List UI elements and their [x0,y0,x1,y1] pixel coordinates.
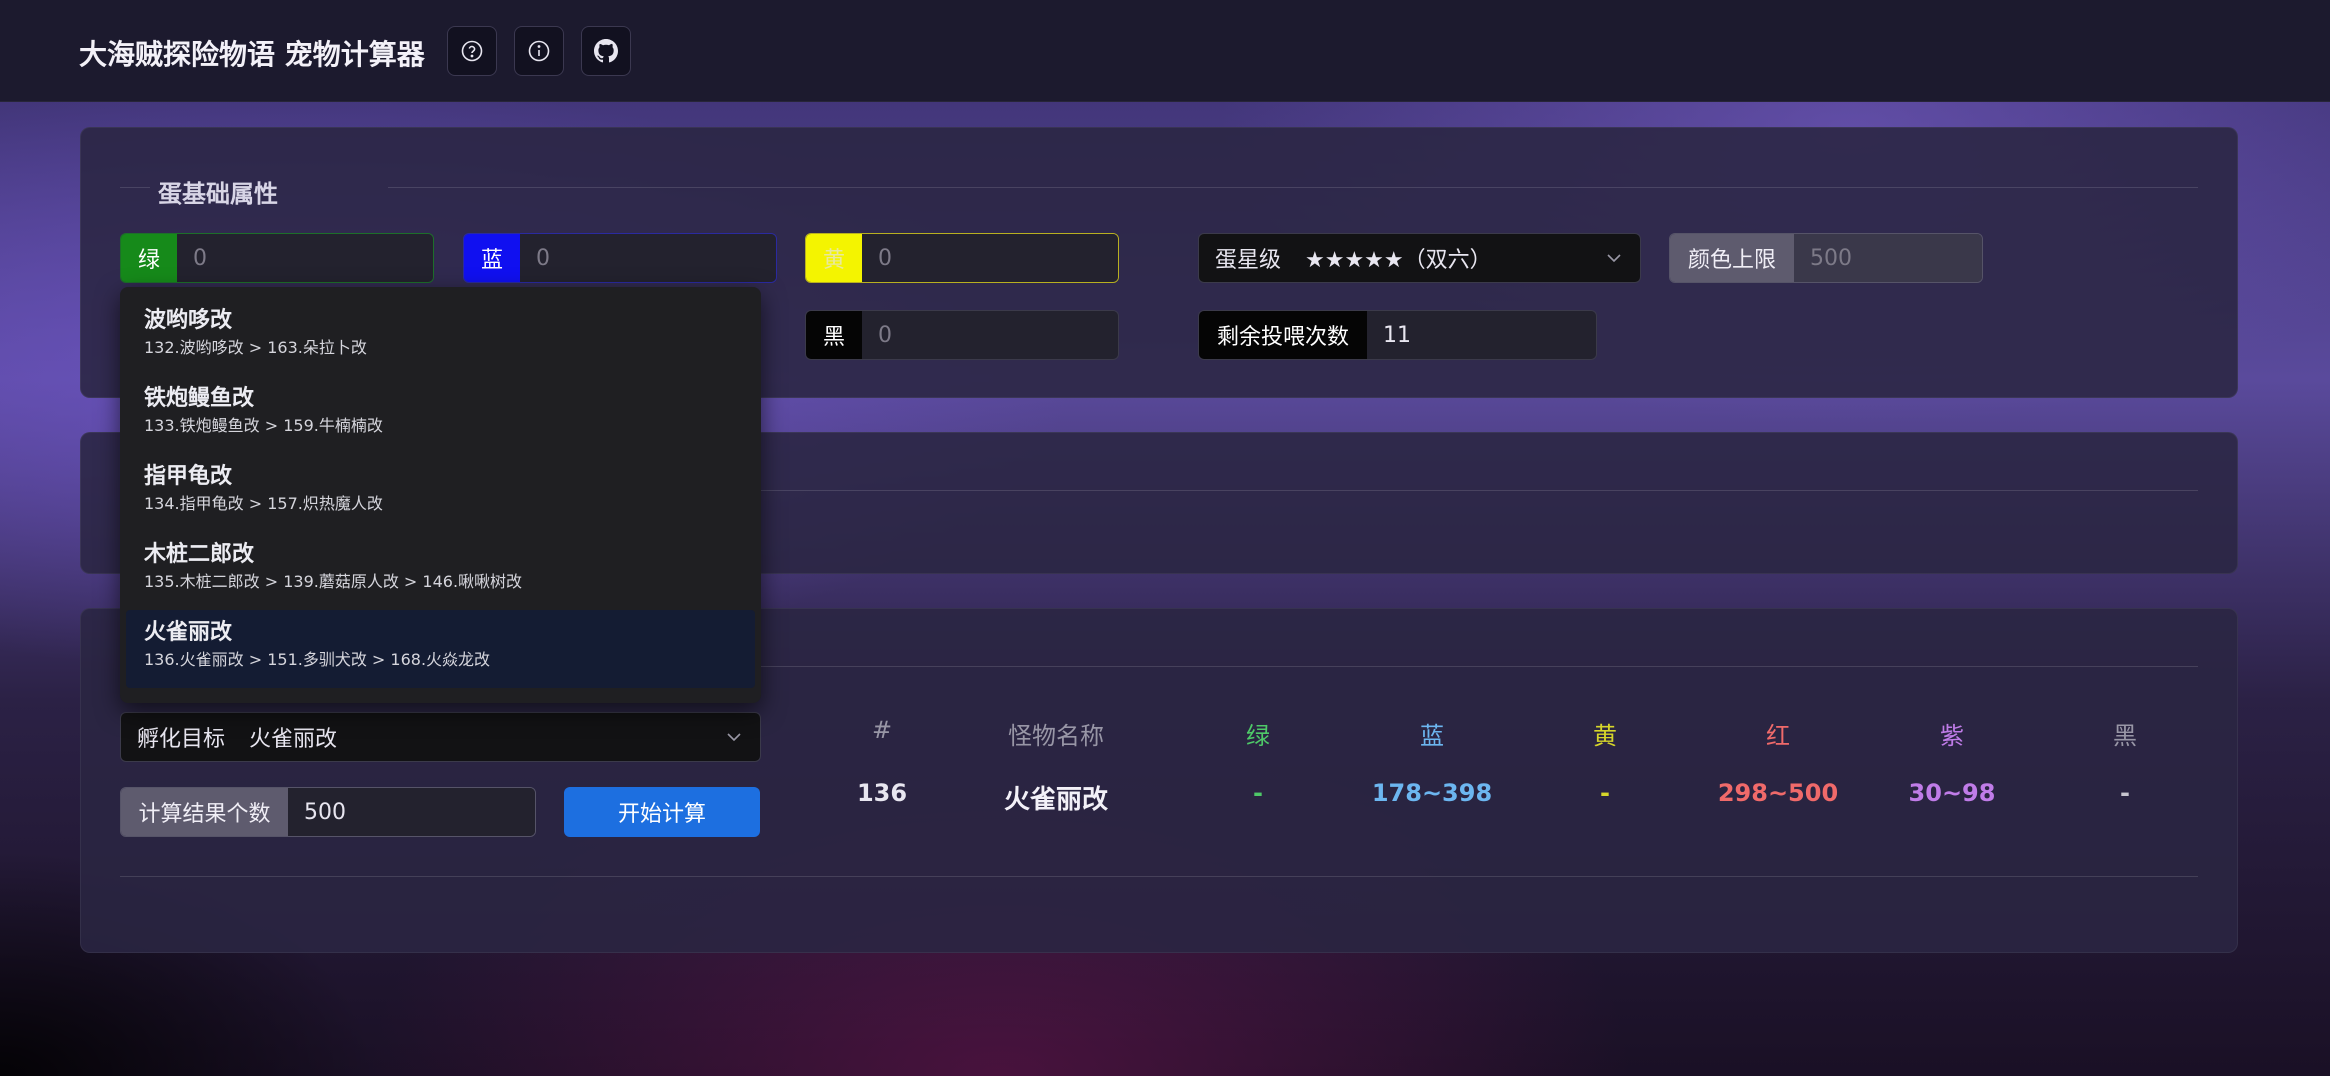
table-header: 蓝 [1420,722,1444,750]
calc-divider-top [760,666,2198,667]
yellow-input[interactable]: 0 [862,234,1118,282]
option-name: 铁炮鳗鱼改 [144,386,255,411]
hatch-target-value: 火雀丽改 [249,727,338,752]
black-label: 黑 [806,311,862,359]
dropdown-option-selected[interactable]: 火雀丽改 136.火雀丽改 > 151.多驯犬改 > 168.火焱龙改 [126,610,755,688]
calc-divider-bottom [120,876,2198,877]
egg-section-title: 蛋基础属性 [158,180,278,208]
blue-input[interactable]: 0 [520,234,776,282]
green-input-group: 绿 0 [120,233,434,283]
table-header: 黑 [2113,722,2137,750]
github-button[interactable] [581,26,631,76]
color-limit-label: 颜色上限 [1670,234,1794,282]
result-count-label: 计算结果个数 [121,788,288,836]
table-header: 绿 [1246,722,1270,750]
dropdown-option[interactable]: 指甲龟改 134.指甲龟改 > 157.炽热魔人改 [126,454,755,532]
yellow-label: 黄 [806,234,862,282]
table-cell: - [1600,779,1610,807]
star-level-select[interactable]: 蛋星级 ★★★★★（双六） [1198,233,1641,283]
app-header: 大海贼探险物语 宠物计算器 [0,0,2330,102]
dropdown-option[interactable]: 木桩二郎改 135.木桩二郎改 > 139.蘑菇原人改 > 146.啾啾树改 [126,532,755,610]
info-icon [528,40,550,62]
option-path: 132.波哟哆改 > 163.朵拉卜改 [144,338,367,357]
yellow-input-group: 黄 0 [805,233,1119,283]
hatch-target-label: 孵化目标 [137,727,226,752]
section-divider-left [120,187,150,188]
section-divider-right [388,187,2198,188]
remaining-feeds-input[interactable]: 11 [1367,311,1596,359]
result-count-group: 计算结果个数 500 [120,787,536,837]
option-name: 波哟哆改 [144,308,233,333]
color-limit-input[interactable]: 500 [1794,234,1982,282]
table-cell: 136 [856,779,908,807]
option-name: 指甲龟改 [144,464,233,489]
chevron-down-icon [1607,254,1621,263]
option-name: 木桩二郎改 [144,542,255,567]
table-header: 黄 [1593,722,1617,750]
github-icon [594,39,618,63]
table-cell: 30~98 [1908,779,1996,807]
option-path: 136.火雀丽改 > 151.多驯犬改 > 168.火焱龙改 [144,650,491,669]
table-cell: - [2120,779,2130,807]
app-title: 大海贼探险物语 宠物计算器 [79,38,425,71]
table-header: # [871,716,893,744]
table-cell: 火雀丽改 [1003,785,1109,815]
color-limit-group: 颜色上限 500 [1669,233,1983,283]
hatch-target-dropdown: 波哟哆改 132.波哟哆改 > 163.朵拉卜改 铁炮鳗鱼改 133.铁炮鳗鱼改… [120,287,761,703]
table-header: 紫 [1940,722,1964,750]
green-input[interactable]: 0 [177,234,433,282]
table-cell: 178~398 [1371,779,1493,807]
remaining-feeds-group: 剩余投喂次数 11 [1198,310,1597,360]
result-count-input[interactable]: 500 [288,788,535,836]
help-button[interactable] [447,26,497,76]
info-button[interactable] [514,26,564,76]
black-input-group: 黑 0 [805,310,1119,360]
black-input[interactable]: 0 [862,311,1118,359]
star-level-label: 蛋星级 [1215,248,1282,273]
blue-label: 蓝 [464,234,520,282]
remaining-feeds-label: 剩余投喂次数 [1199,311,1367,359]
green-label: 绿 [121,234,177,282]
option-path: 133.铁炮鳗鱼改 > 159.牛楠楠改 [144,416,383,435]
dropdown-option[interactable]: 波哟哆改 132.波哟哆改 > 163.朵拉卜改 [126,298,755,376]
table-header: 红 [1766,722,1790,750]
help-icon [461,40,483,62]
chevron-down-icon [727,733,741,742]
table-cell: 298~500 [1717,779,1839,807]
hatch-target-select[interactable]: 孵化目标 火雀丽改 [120,712,761,762]
start-calculate-button[interactable]: 开始计算 [564,787,760,837]
blue-input-group: 蓝 0 [463,233,777,283]
table-header: 怪物名称 [1008,722,1104,750]
star-level-value: ★★★★★（双六） [1305,248,1492,273]
option-name: 火雀丽改 [144,620,233,645]
table-cell: - [1253,779,1263,807]
dropdown-option[interactable]: 铁炮鳗鱼改 133.铁炮鳗鱼改 > 159.牛楠楠改 [126,376,755,454]
middle-divider [760,490,2198,491]
option-path: 134.指甲龟改 > 157.炽热魔人改 [144,494,383,513]
option-path: 135.木桩二郎改 > 139.蘑菇原人改 > 146.啾啾树改 [144,572,523,591]
